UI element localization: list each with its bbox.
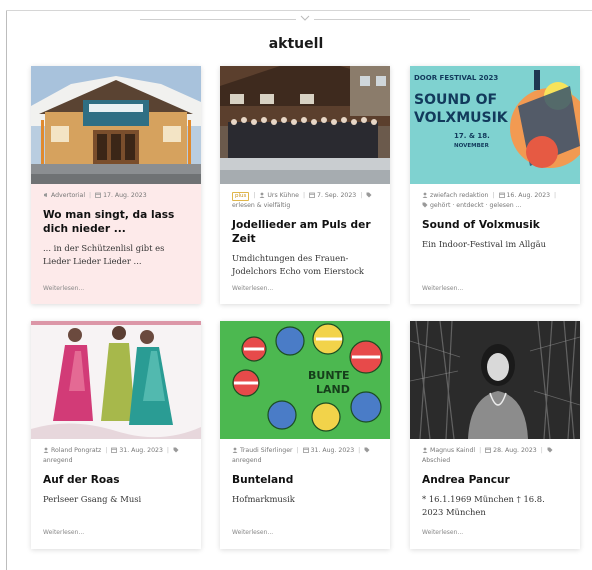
calendar-icon (95, 192, 101, 198)
user-icon (422, 447, 428, 453)
poster-line3: VOLXMUSIK (414, 110, 509, 126)
article-card-auf-der-roas[interactable]: Roland Pongratz | 31. Aug. 2023 | anrege… (31, 321, 201, 549)
section-divider-right (314, 19, 470, 20)
article-title[interactable]: Sound of Volxmusik (410, 211, 580, 232)
meta-date: 16. Aug. 2023 (506, 192, 551, 199)
article-title[interactable]: Auf der Roas (31, 466, 201, 487)
calendar-icon (309, 192, 315, 198)
article-title[interactable]: Wo man singt, da lass dich nieder ... (31, 201, 201, 236)
read-more-link[interactable]: Weiterlesen... (43, 529, 84, 536)
tag-icon (422, 202, 428, 208)
chevron-down-icon (300, 15, 310, 21)
article-card-andrea-pancur[interactable]: Magnus Kaindl | 28. Aug. 2023 | Abschied… (410, 321, 580, 549)
meta-date: 31. Aug. 2023 (119, 447, 163, 454)
user-icon (260, 192, 265, 198)
article-image[interactable] (31, 321, 201, 439)
art-word1: BUNTE (308, 369, 350, 382)
article-image[interactable] (31, 66, 201, 184)
tag-icon (364, 447, 370, 453)
article-card-bunteland[interactable]: BUNTE LAND Traudi Siferlinger | 31. Aug.… (220, 321, 390, 549)
article-image[interactable]: DOOR FESTIVAL 2023 SOUND OF VOLXMUSIK 17… (410, 66, 580, 184)
article-card-schuetzenlisl[interactable]: Advertorial | 17. Aug. 2023 Wo man singt… (31, 66, 201, 304)
meta-date: 31. Aug. 2023 (310, 447, 355, 454)
meta-category[interactable]: Advertorial (51, 192, 85, 199)
poster-month: NOVEMBER (454, 143, 490, 149)
section-title: aktuell (268, 36, 324, 52)
meta-tags[interactable]: gehört · entdeckt · gelesen ... (430, 202, 522, 209)
article-excerpt: Ein Indoor-Festival im Allgäu (422, 239, 546, 249)
article-meta: Traudi Siferlinger | 31. Aug. 2023 | anr… (220, 439, 390, 466)
calendar-icon (485, 447, 492, 453)
article-excerpt: Hofmarkmusik (232, 494, 295, 504)
poster-line2: SOUND OF (414, 92, 497, 108)
article-excerpt: * 16.1.1969 München † 16.8. 2023 München (422, 494, 545, 517)
page-frame-top (6, 10, 592, 11)
article-meta: Magnus Kaindl | 28. Aug. 2023 | Abschied (410, 439, 580, 466)
calendar-icon (302, 447, 309, 453)
tag-icon (366, 192, 372, 198)
user-icon (43, 447, 49, 453)
meta-author[interactable]: Magnus Kaindl (430, 447, 475, 454)
article-title[interactable]: Bunteland (220, 466, 390, 487)
read-more-link[interactable]: Weiterlesen... (43, 285, 84, 292)
calendar-icon (498, 192, 505, 198)
read-more-link[interactable]: Weiterlesen... (232, 285, 273, 292)
poster-line1: DOOR FESTIVAL 2023 (414, 74, 498, 82)
tag-icon (173, 447, 179, 453)
article-meta: plus | Urs Kühne | 7. Sep. 2023 | erlese… (220, 184, 390, 211)
tag-icon (547, 447, 553, 453)
meta-date: 7. Sep. 2023 (317, 192, 357, 199)
article-card-jodellieder[interactable]: plus | Urs Kühne | 7. Sep. 2023 | erlese… (220, 66, 390, 304)
read-more-link[interactable]: Weiterlesen... (232, 529, 273, 536)
art-word2: LAND (316, 383, 350, 396)
article-title[interactable]: Jodellieder am Puls der Zeit (220, 211, 390, 246)
user-icon (422, 192, 428, 198)
meta-author[interactable]: Roland Pongratz (51, 447, 101, 454)
article-title[interactable]: Andrea Pancur (410, 466, 580, 487)
read-more-link[interactable]: Weiterlesen... (422, 529, 463, 536)
article-image[interactable] (220, 66, 390, 184)
poster-dates: 17. & 18. (454, 132, 490, 140)
megaphone-icon (44, 193, 47, 197)
meta-date: 28. Aug. 2023 (493, 447, 537, 454)
article-excerpt: Perlseer Gsang & Musi (43, 494, 142, 504)
meta-tag[interactable]: Abschied (422, 457, 450, 464)
article-card-sound-of-volxmusik[interactable]: DOOR FESTIVAL 2023 SOUND OF VOLXMUSIK 17… (410, 66, 580, 304)
meta-date: 17. Aug. 2023 (103, 192, 147, 199)
article-meta: Advertorial | 17. Aug. 2023 (31, 184, 201, 201)
article-image[interactable]: BUNTE LAND (220, 321, 390, 439)
read-more-link[interactable]: Weiterlesen... (422, 285, 463, 292)
meta-tag[interactable]: anregend (43, 457, 73, 464)
meta-author[interactable]: zwiefach redaktion (430, 192, 488, 199)
article-meta: Roland Pongratz | 31. Aug. 2023 | anrege… (31, 439, 201, 466)
page-frame-left (6, 10, 7, 570)
user-icon (232, 447, 238, 453)
meta-tag[interactable]: anregend (232, 457, 262, 464)
meta-tag[interactable]: erlesen & vielfältig (232, 202, 290, 209)
calendar-icon (111, 447, 118, 453)
plus-badge: plus (232, 192, 250, 201)
article-meta: zwiefach redaktion | 16. Aug. 2023 | geh… (410, 184, 580, 211)
meta-author[interactable]: Urs Kühne (267, 192, 299, 199)
meta-author[interactable]: Traudi Siferlinger (240, 447, 293, 454)
article-excerpt: ... in der Schützenlisl gibt es Lieder L… (43, 243, 165, 266)
article-image[interactable] (410, 321, 580, 439)
article-excerpt: Umdichtungen des Frauen-Jodelchors Echo … (232, 253, 364, 276)
section-divider-left (140, 19, 296, 20)
